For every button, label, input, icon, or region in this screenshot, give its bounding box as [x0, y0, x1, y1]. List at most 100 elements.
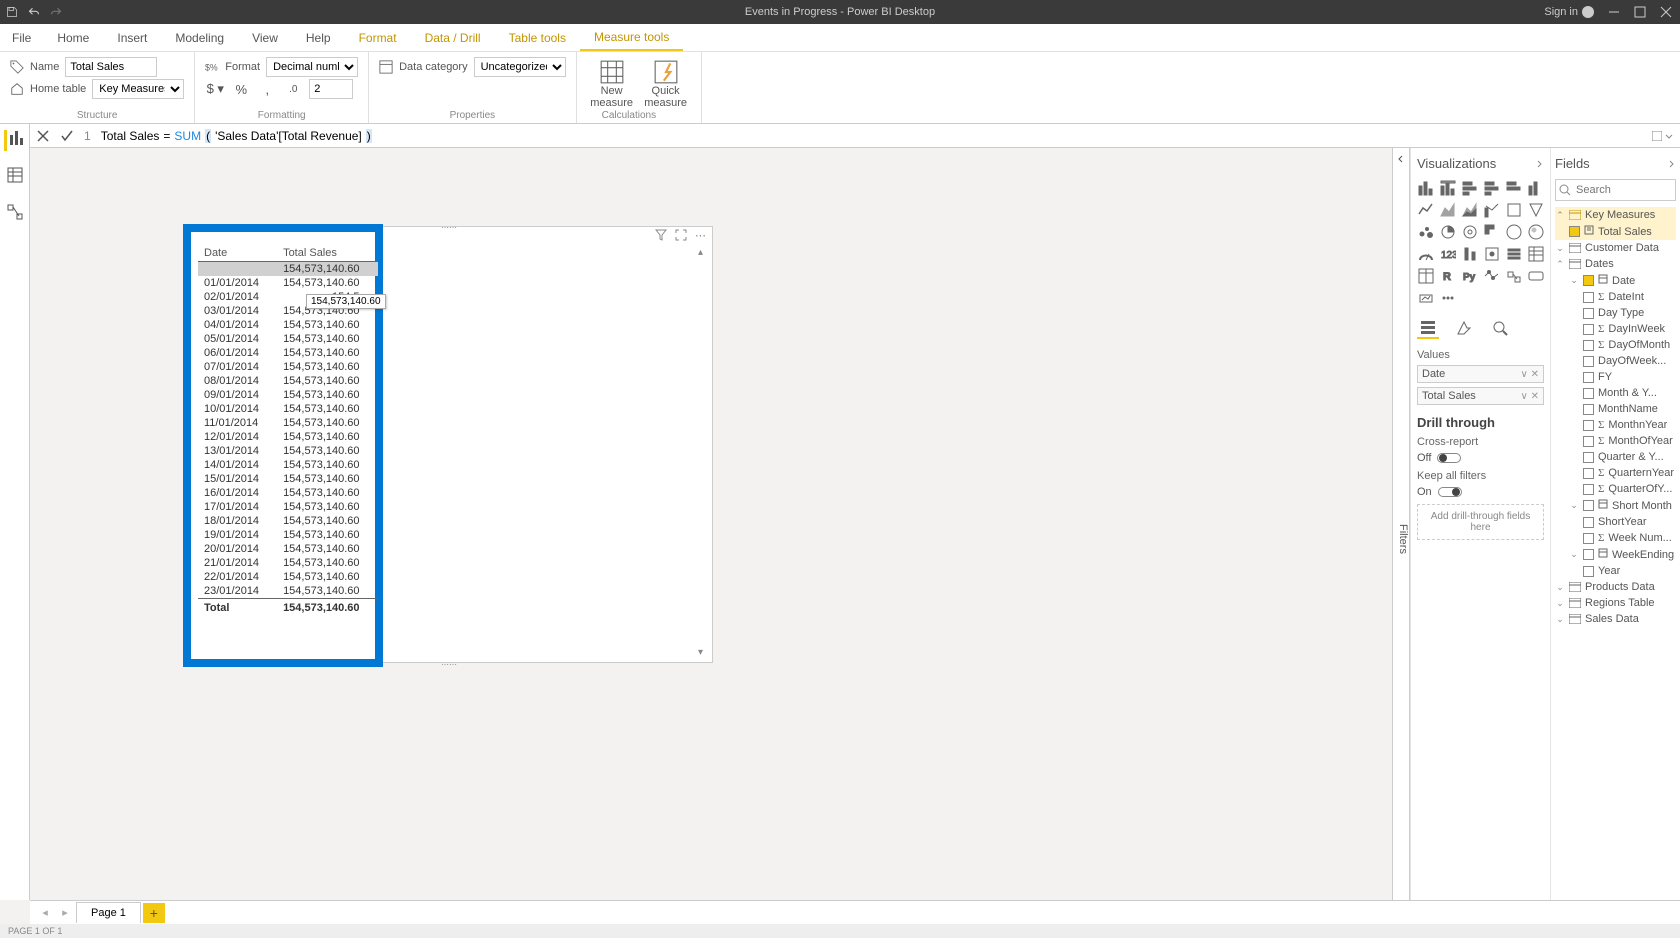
table-row[interactable]: 18/01/2014154,573,140.60 — [198, 514, 378, 528]
focus-mode-icon[interactable] — [675, 229, 687, 241]
expand-filters-icon[interactable] — [1396, 154, 1406, 164]
table-row[interactable]: 05/01/2014154,573,140.60 — [198, 332, 378, 346]
viz-type-0[interactable] — [1417, 179, 1435, 197]
drag-handle-bottom[interactable]: ⋯⋯ — [434, 660, 464, 666]
field-monthnyear[interactable]: ΣMonthnYear — [1555, 417, 1676, 433]
table-row[interactable]: 13/01/2014154,573,140.60 — [198, 444, 378, 458]
redo-icon[interactable] — [50, 6, 62, 18]
prev-page-button[interactable]: ◂ — [36, 906, 54, 919]
table-row[interactable]: 07/01/2014154,573,140.60 — [198, 360, 378, 374]
data-view-button[interactable] — [7, 167, 23, 188]
tab-help[interactable]: Help — [292, 24, 345, 51]
table-row[interactable]: 08/01/2014154,573,140.60 — [198, 374, 378, 388]
keep-filters-toggle[interactable] — [1438, 487, 1462, 497]
collapse-viz-icon[interactable] — [1534, 159, 1544, 169]
table-row[interactable]: 14/01/2014154,573,140.60 — [198, 458, 378, 472]
drag-handle-top[interactable]: ⋯⋯ — [434, 223, 464, 229]
home-table-select[interactable]: Key Measures — [92, 79, 184, 99]
table-row[interactable]: 06/01/2014154,573,140.60 — [198, 346, 378, 360]
field-well-date[interactable]: Date∨ ✕ — [1417, 365, 1544, 383]
viz-type-12[interactable] — [1417, 223, 1435, 241]
viz-type-15[interactable] — [1483, 223, 1501, 241]
viz-type-14[interactable] — [1461, 223, 1479, 241]
decimal-inc-button[interactable]: .0 — [283, 79, 303, 99]
viz-type-9[interactable] — [1483, 201, 1501, 219]
table-row[interactable]: 20/01/2014154,573,140.60 — [198, 542, 378, 556]
format-select[interactable]: Decimal number — [266, 57, 358, 77]
table-row[interactable]: 11/01/2014154,573,140.60 — [198, 416, 378, 430]
field-quarterofy[interactable]: ΣQuarterOfY... — [1555, 481, 1676, 497]
table-key-measures[interactable]: ⌃Key Measures — [1555, 207, 1676, 223]
fields-tab-icon[interactable] — [1417, 317, 1439, 339]
table-row[interactable]: 04/01/2014154,573,140.60 — [198, 318, 378, 332]
table-row[interactable]: 23/01/2014154,573,140.60 — [198, 584, 378, 599]
scroll-down-icon[interactable]: ▾ — [698, 647, 710, 658]
table-regions-table[interactable]: ⌄Regions Table — [1555, 595, 1676, 611]
table-row[interactable]: 12/01/2014154,573,140.60 — [198, 430, 378, 444]
table-row[interactable]: 154,573,140.60 — [198, 262, 378, 277]
field-daytype[interactable]: Day Type — [1555, 305, 1676, 321]
table-row[interactable]: 10/01/2014154,573,140.60 — [198, 402, 378, 416]
viz-type-4[interactable] — [1505, 179, 1523, 197]
total-sales-header[interactable]: Total Sales — [277, 245, 377, 262]
field-weekending[interactable]: ⌄WeekEnding — [1555, 546, 1676, 563]
cancel-formula-icon[interactable] — [36, 129, 50, 143]
more-options-icon[interactable]: ⋯ — [695, 229, 706, 243]
formula-expand-icon[interactable] — [1664, 131, 1674, 141]
table-row[interactable]: 16/01/2014154,573,140.60 — [198, 486, 378, 500]
field-monthname[interactable]: MonthName — [1555, 401, 1676, 417]
report-view-button[interactable] — [4, 130, 25, 151]
filter-icon[interactable] — [655, 229, 667, 241]
viz-type-28[interactable] — [1505, 267, 1523, 285]
viz-type-10[interactable] — [1505, 201, 1523, 219]
filters-pane-collapsed[interactable]: Filters — [1392, 148, 1410, 900]
table-row[interactable]: 17/01/2014154,573,140.60 — [198, 500, 378, 514]
tab-format[interactable]: Format — [345, 24, 411, 51]
table-sales-data[interactable]: ⌄Sales Data — [1555, 611, 1676, 627]
viz-type-22[interactable] — [1505, 245, 1523, 263]
format-tab-icon[interactable] — [1453, 317, 1475, 339]
viz-type-25[interactable]: R — [1439, 267, 1457, 285]
tab-home[interactable]: Home — [43, 24, 103, 51]
viz-type-16[interactable] — [1505, 223, 1523, 241]
field-dayofweek[interactable]: DayOfWeek... — [1555, 353, 1676, 369]
analytics-tab-icon[interactable] — [1489, 317, 1511, 339]
formula-bar[interactable]: 1 Total Sales = SUM( 'Sales Data'[Total … — [30, 124, 1680, 148]
field-shortyear[interactable]: ShortYear — [1555, 514, 1676, 530]
field-quarternyear[interactable]: ΣQuarternYear — [1555, 465, 1676, 481]
viz-type-5[interactable] — [1527, 179, 1545, 197]
percent-button[interactable]: % — [231, 79, 251, 99]
field-monthy[interactable]: Month & Y... — [1555, 385, 1676, 401]
table-row[interactable]: 15/01/2014154,573,140.60 — [198, 472, 378, 486]
tab-measure-tools[interactable]: Measure tools — [580, 24, 683, 51]
viz-type-23[interactable] — [1527, 245, 1545, 263]
viz-type-11[interactable] — [1527, 201, 1545, 219]
field-total-sales[interactable]: Total Sales — [1555, 223, 1676, 240]
field-dateint[interactable]: ΣDateInt — [1555, 289, 1676, 305]
undo-icon[interactable] — [28, 6, 40, 18]
viz-type-2[interactable] — [1461, 179, 1479, 197]
date-header[interactable]: Date — [198, 245, 277, 262]
field-quartery[interactable]: Quarter & Y... — [1555, 449, 1676, 465]
file-tab[interactable]: File — [0, 24, 43, 51]
save-icon[interactable] — [6, 6, 18, 18]
viz-type-1[interactable] — [1439, 179, 1457, 197]
name-input[interactable] — [65, 57, 157, 77]
viz-type-20[interactable] — [1461, 245, 1479, 263]
page-tab-1[interactable]: Page 1 — [76, 902, 141, 923]
comma-button[interactable]: , — [257, 79, 277, 99]
field-year[interactable]: Year — [1555, 563, 1676, 579]
close-icon[interactable] — [1660, 6, 1672, 18]
table-row[interactable]: 22/01/2014154,573,140.60 — [198, 570, 378, 584]
table-row[interactable]: 01/01/2014154,573,140.60 — [198, 276, 378, 290]
fields-search-input[interactable] — [1555, 179, 1676, 201]
viz-type-8[interactable] — [1461, 201, 1479, 219]
table-row[interactable]: 19/01/2014154,573,140.60 — [198, 528, 378, 542]
viz-type-26[interactable]: Py — [1461, 267, 1479, 285]
tab-data-drill[interactable]: Data / Drill — [411, 24, 495, 51]
table-row[interactable]: 09/01/2014154,573,140.60 — [198, 388, 378, 402]
field-well-total-sales[interactable]: Total Sales∨ ✕ — [1417, 387, 1544, 405]
viz-type-31[interactable] — [1439, 289, 1457, 307]
field-weeknum[interactable]: ΣWeek Num... — [1555, 530, 1676, 546]
viz-type-7[interactable] — [1439, 201, 1457, 219]
